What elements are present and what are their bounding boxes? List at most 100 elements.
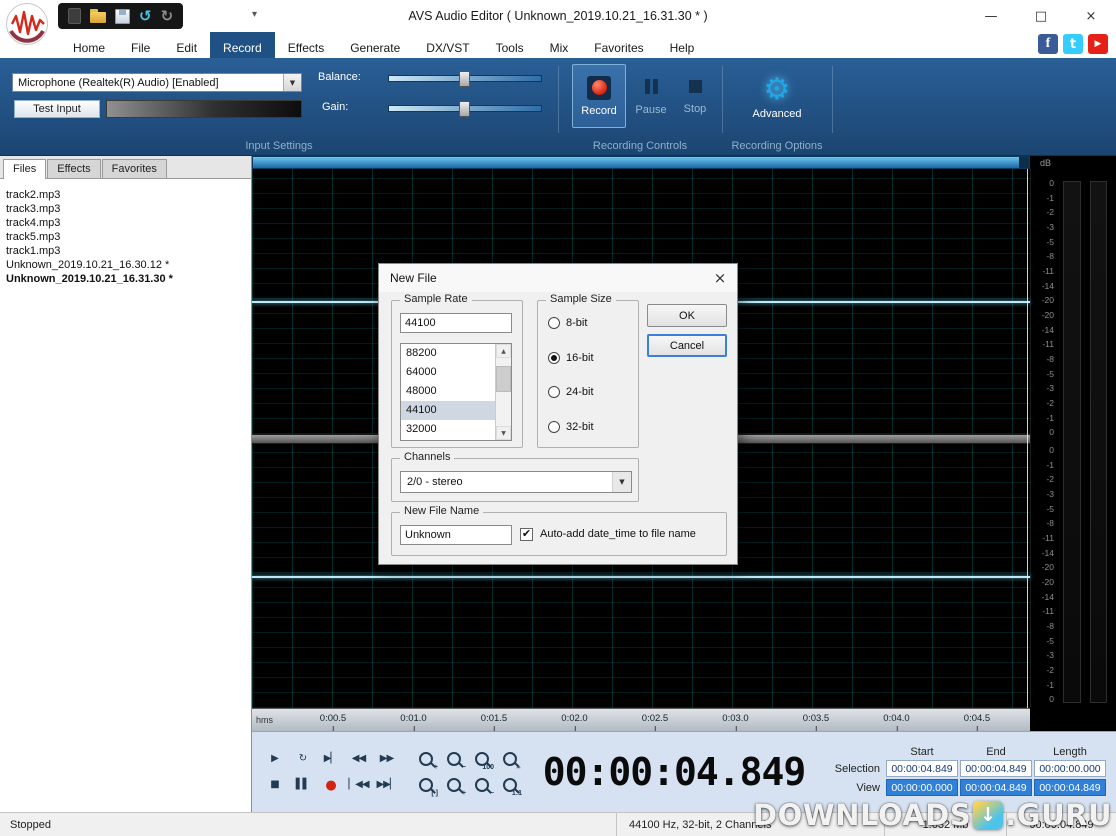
gain-slider-thumb[interactable] xyxy=(459,101,470,117)
ok-button[interactable]: OK xyxy=(647,304,727,327)
ruler-tick: 0:02.5 xyxy=(642,713,668,724)
zoom-100-button[interactable]: 100 xyxy=(469,748,494,771)
stop-button[interactable]: Stop xyxy=(676,64,714,126)
sample-rate-option[interactable]: 88200 xyxy=(401,344,495,363)
view-length-field[interactable]: 00:00:04.849 xyxy=(1034,779,1106,796)
balance-slider[interactable] xyxy=(388,75,542,82)
scrollbar-track[interactable] xyxy=(496,358,511,426)
play-button[interactable]: ▶ xyxy=(262,748,287,771)
menu-tab-record[interactable]: Record xyxy=(210,32,275,58)
menu-tab-mix[interactable]: Mix xyxy=(537,32,582,58)
zoom-selection-button[interactable]: [ ] xyxy=(413,774,438,797)
sample-rate-option[interactable]: 44100 xyxy=(401,401,495,420)
sample-rate-option[interactable]: 64000 xyxy=(401,363,495,382)
db-tick-label: -5 xyxy=(1046,238,1054,247)
dialog-titlebar[interactable]: New File × xyxy=(379,264,737,292)
radio-icon xyxy=(548,317,560,329)
save-icon[interactable] xyxy=(115,9,130,24)
channels-select[interactable]: 2/0 - stereo ▼ xyxy=(400,471,632,493)
view-end-field[interactable]: 00:00:04.849 xyxy=(960,779,1032,796)
facebook-icon[interactable]: f xyxy=(1038,34,1058,54)
selection-start-field[interactable]: 00:00:04.849 xyxy=(886,760,958,777)
rewind-button[interactable]: ◀◀ xyxy=(346,748,371,771)
zoom-1to1-button[interactable]: 1:1 xyxy=(497,774,522,797)
maximize-icon[interactable]: □ xyxy=(1026,9,1056,24)
sample-rate-option[interactable]: 48000 xyxy=(401,382,495,401)
gain-slider[interactable] xyxy=(388,105,542,112)
minimize-icon[interactable]: — xyxy=(976,9,1006,24)
file-item[interactable]: Unknown_2019.10.21_16.31.30 * xyxy=(6,272,245,286)
sample-rate-scrollbar[interactable]: ▲ ▼ xyxy=(495,344,511,440)
file-item[interactable]: track2.mp3 xyxy=(6,188,245,202)
close-icon[interactable]: × xyxy=(1076,9,1106,24)
pause-button[interactable]: ▌▌ xyxy=(290,774,315,797)
ruler-tick: 0:02.0 xyxy=(561,713,587,724)
scrollbar-thumb[interactable] xyxy=(496,366,511,392)
file-item[interactable]: track1.mp3 xyxy=(6,244,245,258)
file-name-input[interactable] xyxy=(400,525,512,545)
customize-toolbar-icon[interactable]: ▾ xyxy=(252,9,257,20)
menu-tab-effects[interactable]: Effects xyxy=(275,32,337,58)
file-item[interactable]: track4.mp3 xyxy=(6,216,245,230)
pause-button[interactable]: Pause xyxy=(630,64,672,126)
forward-button[interactable]: ▶▶ xyxy=(374,748,399,771)
stop-button[interactable]: ■ xyxy=(262,774,287,797)
zoom-in-button[interactable]: + xyxy=(413,748,438,771)
play-loop-button[interactable]: ↻ xyxy=(290,748,315,771)
zoom-out-button[interactable]: − xyxy=(441,748,466,771)
youtube-icon[interactable]: ▶ xyxy=(1088,34,1108,54)
zoom-vertical-in-button[interactable]: + xyxy=(441,774,466,797)
zoom-out-icon xyxy=(447,752,461,766)
zoom-vertical-out-button[interactable]: − xyxy=(469,774,494,797)
file-item[interactable]: track3.mp3 xyxy=(6,202,245,216)
cancel-button[interactable]: Cancel xyxy=(647,334,727,357)
selection-end-field[interactable]: 00:00:04.849 xyxy=(960,760,1032,777)
menu-tab-home[interactable]: Home xyxy=(60,32,118,58)
record-button[interactable]: ● xyxy=(318,774,343,797)
test-input-button[interactable]: Test Input xyxy=(14,100,100,118)
record-button[interactable]: Record xyxy=(572,64,626,128)
sample-size-option-16-bit[interactable]: 16-bit xyxy=(548,352,632,364)
balance-slider-thumb[interactable] xyxy=(459,71,470,87)
menu-tab-edit[interactable]: Edit xyxy=(163,32,210,58)
play-to-end-button[interactable]: ▶▏ xyxy=(318,748,343,771)
sample-size-option-8-bit[interactable]: 8-bit xyxy=(548,317,632,329)
auto-add-checkbox[interactable]: ✔ xyxy=(520,528,533,541)
open-folder-icon[interactable] xyxy=(90,12,106,23)
advanced-button[interactable]: ⚙ Advanced xyxy=(734,63,820,131)
stop-icon: ■ xyxy=(270,780,278,790)
auto-add-label: Auto-add date_time to file name xyxy=(540,528,696,540)
menu-tab-generate[interactable]: Generate xyxy=(337,32,413,58)
go-to-start-button[interactable]: ▏◀◀ xyxy=(346,774,371,797)
sample-size-option-24-bit[interactable]: 24-bit xyxy=(548,386,632,398)
menu-tab-file[interactable]: File xyxy=(118,32,163,58)
panel-tab-effects[interactable]: Effects xyxy=(47,159,100,178)
selection-length-field[interactable]: 00:00:00.000 xyxy=(1034,760,1106,777)
twitter-icon[interactable]: t xyxy=(1063,34,1083,54)
panel-tab-files[interactable]: Files xyxy=(3,159,46,179)
overview-scrollbar[interactable] xyxy=(252,156,1030,169)
undo-icon[interactable]: ↺ xyxy=(139,7,152,25)
menu-tab-dx-vst[interactable]: DX/VST xyxy=(413,32,482,58)
view-start-field[interactable]: 00:00:00.000 xyxy=(886,779,958,796)
menu-tab-help[interactable]: Help xyxy=(657,32,708,58)
zoom-in-icon xyxy=(419,752,433,766)
new-file-icon[interactable] xyxy=(68,8,81,24)
sample-rate-input[interactable] xyxy=(400,313,512,333)
db-tick-label: -8 xyxy=(1046,252,1054,261)
file-item[interactable]: Unknown_2019.10.21_16.30.12 * xyxy=(6,258,245,272)
go-to-end-button[interactable]: ▶▶▏ xyxy=(374,774,399,797)
ruler[interactable]: hms 0:00.50:01.00:01.50:02.00:02.50:03.0… xyxy=(252,708,1030,731)
sample-size-option-32-bit[interactable]: 32-bit xyxy=(548,421,632,433)
scroll-up-icon[interactable]: ▲ xyxy=(496,344,511,358)
scroll-down-icon[interactable]: ▼ xyxy=(496,426,511,440)
input-device-select[interactable]: Microphone (Realtek(R) Audio) [Enabled] … xyxy=(12,73,302,92)
zoom-fit-button[interactable]: ↔ xyxy=(497,748,522,771)
menu-tab-tools[interactable]: Tools xyxy=(483,32,537,58)
file-item[interactable]: track5.mp3 xyxy=(6,230,245,244)
dialog-close-icon[interactable]: × xyxy=(703,264,737,292)
redo-icon[interactable]: ↻ xyxy=(161,7,174,25)
panel-tab-favorites[interactable]: Favorites xyxy=(102,159,167,178)
sample-rate-option[interactable]: 32000 xyxy=(401,420,495,439)
menu-tab-favorites[interactable]: Favorites xyxy=(581,32,656,58)
